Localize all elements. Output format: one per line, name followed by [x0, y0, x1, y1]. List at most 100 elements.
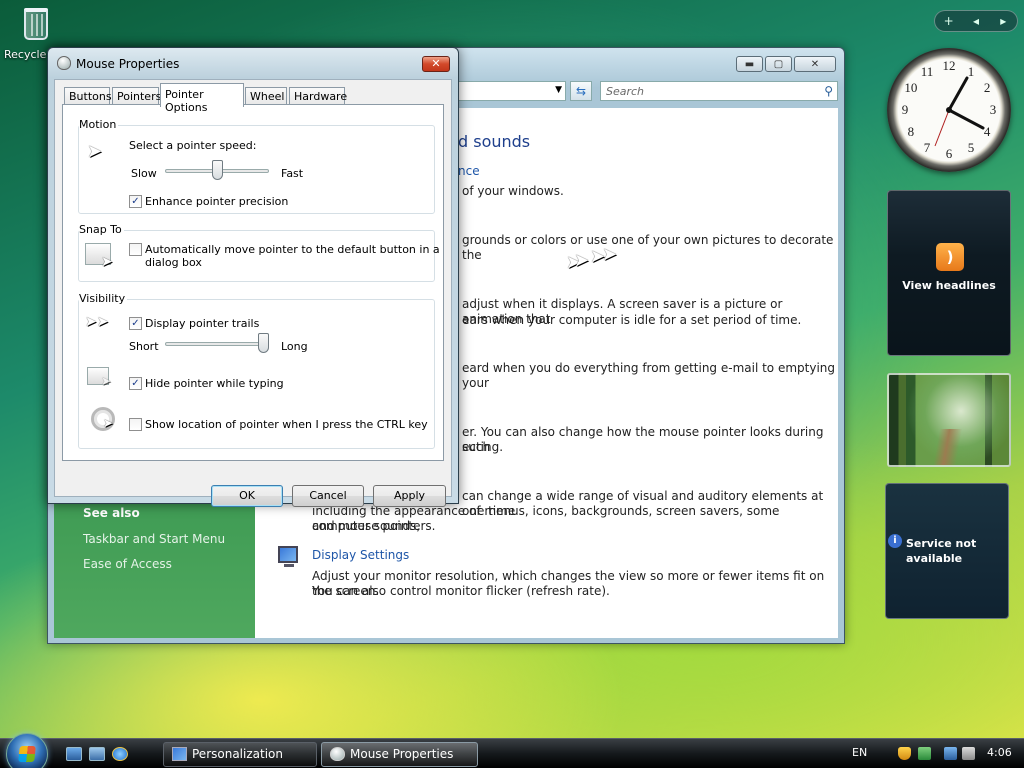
- minimize-button[interactable]: ▬: [736, 56, 763, 72]
- description-text: of your windows.: [462, 184, 564, 198]
- mouse-icon: [330, 747, 345, 761]
- description-text: er. You can also change how the mouse po…: [462, 425, 824, 454]
- volume-muted-icon[interactable]: [962, 747, 975, 760]
- display-settings-description: You can also control monitor flicker (re…: [312, 584, 610, 598]
- sidebar-controls: + ◂ ▸: [934, 10, 1018, 32]
- clock-gadget[interactable]: 12 1 2 3 4 5 6 7 8 9 10 11: [887, 48, 1011, 172]
- see-also-pane: See also Taskbar and Start Menu Ease of …: [54, 498, 255, 638]
- ease-of-access-link[interactable]: Ease of Access: [83, 557, 172, 571]
- snap-to-checkbox[interactable]: [129, 243, 142, 256]
- search-icon[interactable]: ⚲: [824, 84, 833, 98]
- pointer-trail-thumb[interactable]: [258, 333, 269, 353]
- clock-numeral: 8: [908, 124, 915, 139]
- snap-to-group: [78, 230, 435, 282]
- apply-button[interactable]: Apply: [373, 485, 446, 507]
- ok-button[interactable]: OK: [211, 485, 283, 507]
- clock-minute-hand: [947, 108, 985, 130]
- maximize-button[interactable]: ▢: [765, 56, 792, 72]
- search-input[interactable]: Search ⚲: [600, 81, 838, 101]
- clock-numeral: 3: [990, 102, 997, 117]
- display-settings-link[interactable]: Display Settings: [312, 548, 409, 562]
- feed-headlines-gadget[interactable]: ) View headlines: [887, 190, 1011, 356]
- monitor-icon: [172, 747, 187, 761]
- next-page-button[interactable]: ▸: [990, 14, 1017, 28]
- pointer-trails-icon: ➤➤: [85, 314, 109, 330]
- info-icon: i: [888, 534, 902, 548]
- long-label: Long: [281, 340, 308, 353]
- system-clock[interactable]: 4:06: [987, 746, 1012, 759]
- refresh-button[interactable]: ⇆: [570, 81, 592, 101]
- clock-numeral: 9: [902, 102, 909, 117]
- description-text: grounds or colors or use one of your own…: [462, 233, 834, 262]
- slow-label: Slow: [131, 167, 157, 180]
- pointer-trail-slider[interactable]: [165, 342, 269, 346]
- taskbar: Personalization Mouse Properties EN 4:06: [0, 733, 1024, 768]
- network-icon[interactable]: [944, 747, 957, 760]
- short-label: Short: [129, 340, 159, 353]
- visibility-label: Visibility: [79, 292, 128, 305]
- cancel-button[interactable]: Cancel: [292, 485, 364, 507]
- clock-second-hand: [934, 109, 950, 147]
- chevron-down-icon[interactable]: ▼: [555, 85, 562, 95]
- previous-page-button[interactable]: ◂: [962, 14, 989, 28]
- service-status-text: Service not available: [906, 537, 977, 565]
- motion-label: Motion: [79, 118, 119, 131]
- hide-pointer-checkbox[interactable]: ✓: [129, 377, 142, 390]
- mouse-icon: [57, 56, 71, 70]
- weather-gadget[interactable]: i Service not available: [885, 483, 1009, 619]
- add-gadget-button[interactable]: +: [935, 14, 962, 28]
- monitor-icon: [278, 546, 298, 567]
- snap-to-text-1: Automatically move pointer to the defaul…: [145, 243, 440, 256]
- description-text: ecting.: [462, 440, 504, 454]
- show-location-label: Show location of pointer when I press th…: [145, 418, 428, 431]
- clock-numeral: 1: [968, 64, 975, 79]
- clock-numeral: 6: [946, 146, 953, 161]
- clock-numeral: 10: [904, 80, 917, 95]
- pointer-speed-thumb[interactable]: [211, 160, 223, 180]
- address-bar[interactable]: ▼: [458, 81, 566, 101]
- taskbar-item-mouse-properties[interactable]: Mouse Properties: [321, 742, 478, 767]
- page-title: d sounds: [458, 132, 531, 151]
- snap-to-text-2: dialog box: [145, 256, 202, 269]
- language-indicator[interactable]: EN: [852, 746, 867, 759]
- hide-pointer-label: Hide pointer while typing: [145, 377, 284, 390]
- pointer-trails-checkbox[interactable]: ✓: [129, 317, 142, 330]
- appearance-link[interactable]: nce: [458, 164, 480, 178]
- rss-icon: ): [936, 243, 964, 271]
- cursor-icon: ➤: [574, 250, 590, 271]
- pointer-trails-label: Display pointer trails: [145, 317, 260, 330]
- clock-numeral: 7: [924, 140, 931, 155]
- safely-remove-icon[interactable]: [918, 747, 931, 760]
- clock-numeral: 4: [984, 124, 991, 139]
- enhance-precision-checkbox[interactable]: ✓: [129, 195, 142, 208]
- description-text: and mouse pointers.: [312, 519, 436, 533]
- security-shield-icon[interactable]: [898, 747, 911, 760]
- show-desktop-icon[interactable]: [66, 747, 82, 761]
- taskbar-item-personalization[interactable]: Personalization: [163, 742, 317, 767]
- clock-face: 12 12 3 45678 9 10 11: [902, 58, 997, 161]
- description-text: ears when your computer is idle for a se…: [462, 313, 802, 327]
- close-button[interactable]: ✕: [422, 56, 450, 72]
- pointer-options-panel: Motion ➤ Select a pointer speed: Slow Fa…: [62, 104, 444, 461]
- show-location-checkbox[interactable]: [129, 418, 142, 431]
- cursor-icon: ➤: [101, 254, 113, 270]
- enhance-precision-label: Enhance pointer precision: [145, 195, 289, 208]
- mouse-properties-dialog[interactable]: Mouse Properties ✕ Buttons Pointers Poin…: [47, 47, 459, 507]
- view-headlines-label[interactable]: View headlines: [888, 279, 1010, 292]
- start-button[interactable]: [6, 733, 48, 768]
- window-controls: ▬ ▢ ✕: [736, 56, 836, 72]
- clock-numeral: 12: [943, 58, 956, 73]
- recycle-bin-icon: [19, 2, 53, 42]
- taskbar-start-menu-link[interactable]: Taskbar and Start Menu: [83, 532, 225, 546]
- clock-numeral: 2: [984, 80, 991, 95]
- clock-hour-hand: [947, 76, 969, 112]
- dialog-title: Mouse Properties: [76, 57, 180, 71]
- tab-pointer-options[interactable]: Pointer Options: [160, 83, 244, 114]
- pointer-speed-label: Select a pointer speed:: [129, 139, 257, 152]
- switch-windows-icon[interactable]: [89, 747, 105, 761]
- slideshow-gadget[interactable]: [887, 373, 1011, 467]
- pointer-speed-icon: ➤: [87, 141, 103, 162]
- internet-explorer-icon[interactable]: [112, 747, 128, 761]
- close-button[interactable]: ✕: [794, 56, 836, 72]
- description-text: eard when you do everything from getting…: [462, 361, 836, 390]
